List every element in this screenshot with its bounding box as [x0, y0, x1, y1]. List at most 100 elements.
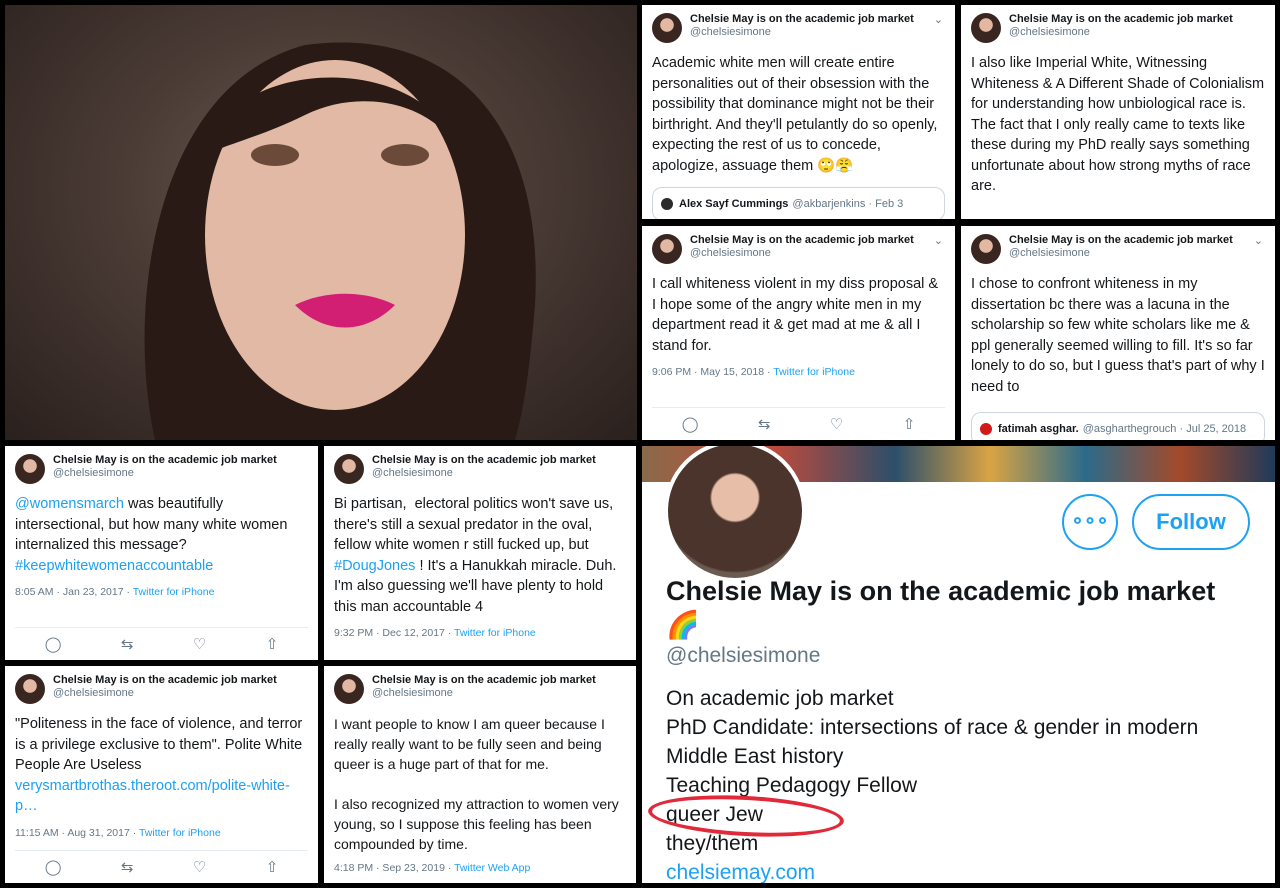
tweet-card-4[interactable]: Chelsie May is on the academic job marke…	[961, 226, 1275, 440]
tweet-source-link[interactable]: Twitter for iPhone	[773, 366, 855, 378]
article-link[interactable]: verysmartbrothas.theroot.com/polite-whit…	[15, 778, 290, 815]
display-name[interactable]: Chelsie May is on the academic job marke…	[372, 454, 596, 467]
tweet-header: Chelsie May is on the academic job marke…	[652, 234, 945, 266]
retweet-icon[interactable]: ⇆	[121, 860, 134, 875]
tweet-actions: ◯ ⇆ ♡ ⇧	[652, 407, 945, 432]
portrait-photo	[5, 5, 637, 440]
tweet-actions: ◯ ⇆ ♡ ⇧	[15, 850, 308, 875]
quoted-avatar	[980, 423, 992, 435]
avatar[interactable]	[15, 674, 45, 704]
tweet-text: I also like Imperial White, Witnessing W…	[971, 55, 1269, 194]
display-name[interactable]: Chelsie May is on the academic job marke…	[690, 234, 914, 247]
follow-button[interactable]: Follow	[1132, 494, 1250, 550]
quoted-tweet[interactable]: Alex Sayf Cummings @akbarjenkins · Feb 3	[652, 187, 945, 219]
avatar[interactable]	[971, 234, 1001, 264]
hashtag-link[interactable]: #DougJones	[334, 558, 415, 574]
tweet-card-3[interactable]: Chelsie May is on the academic job marke…	[642, 226, 955, 440]
tweet-card-2[interactable]: Chelsie May is on the academic job marke…	[961, 5, 1275, 219]
profile-panel: ∘∘∘ Follow Chelsie May is on the academi…	[642, 446, 1275, 883]
tweet-card-5[interactable]: Chelsie May is on the academic job marke…	[5, 446, 318, 660]
reply-icon[interactable]: ◯	[45, 637, 62, 652]
profile-name-text: Chelsie May is on the academic job marke…	[666, 576, 1216, 606]
timestamp-text: 9:32 PM · Dec 12, 2017 ·	[334, 627, 455, 639]
like-icon[interactable]: ♡	[830, 417, 843, 432]
profile-avatar[interactable]	[664, 446, 806, 582]
quoted-avatar	[661, 198, 673, 210]
tweet-text: I chose to confront whiteness in my diss…	[971, 276, 1269, 395]
display-name[interactable]: Chelsie May is on the academic job marke…	[690, 13, 914, 26]
mention-link[interactable]: @womensmarch	[15, 496, 124, 512]
chevron-down-icon[interactable]: ⌄	[1254, 234, 1263, 247]
user-handle[interactable]: @chelsiesimone	[372, 687, 596, 700]
profile-display-name: Chelsie May is on the academic job marke…	[666, 574, 1266, 642]
share-icon[interactable]: ⇧	[266, 860, 279, 875]
user-handle[interactable]: @chelsiesimone	[53, 467, 277, 480]
reply-icon[interactable]: ◯	[682, 417, 699, 432]
tweet-timestamp: 9:06 PM · May 15, 2018 · Twitter for iPh…	[652, 366, 945, 378]
quoted-tweet[interactable]: fatimah asghar. @asgharthegrouch · Jul 2…	[971, 412, 1265, 440]
tweet-source-link[interactable]: Twitter Web App	[454, 862, 530, 874]
chevron-down-icon[interactable]: ⌄	[934, 13, 943, 26]
tweet-text: I call whiteness violent in my diss prop…	[652, 276, 943, 354]
tweet-text-part-a: Bi partisan, electoral politics won't sa…	[334, 496, 618, 553]
user-handle[interactable]: @chelsiesimone	[372, 467, 596, 480]
timestamp-text: 9:06 PM · May 15, 2018 ·	[652, 366, 774, 378]
chevron-down-icon[interactable]: ⌄	[934, 234, 943, 247]
rainbow-emoji: 🌈	[666, 610, 700, 640]
user-handle[interactable]: @chelsiesimone	[1009, 26, 1233, 39]
share-icon[interactable]: ⇧	[903, 417, 916, 432]
profile-handle: @chelsiesimone	[666, 644, 821, 667]
display-name[interactable]: Chelsie May is on the academic job marke…	[1009, 234, 1233, 247]
portrait-illustration	[144, 42, 536, 440]
website-link[interactable]: chelsiemay.com	[666, 858, 1256, 883]
avatar[interactable]	[971, 13, 1001, 43]
tweet-card-7[interactable]: Chelsie May is on the academic job marke…	[5, 666, 318, 883]
display-name[interactable]: Chelsie May is on the academic job marke…	[1009, 13, 1233, 26]
reply-icon[interactable]: ◯	[45, 860, 62, 875]
tweet-timestamp: 8:05 AM · Jan 23, 2017 · Twitter for iPh…	[15, 586, 308, 598]
tweet-source-link[interactable]: Twitter for iPhone	[139, 827, 221, 839]
tweet-header: Chelsie May is on the academic job marke…	[334, 454, 626, 486]
avatar[interactable]	[334, 674, 364, 704]
retweet-icon[interactable]: ⇆	[758, 417, 771, 432]
tweet-source-link[interactable]: Twitter for iPhone	[133, 586, 215, 598]
user-handle[interactable]: @chelsiesimone	[690, 247, 914, 260]
avatar[interactable]	[652, 13, 682, 43]
tweet-actions: ◯ ⇆ ♡ ⇧	[15, 627, 308, 652]
tweet-card-8[interactable]: Chelsie May is on the academic job marke…	[324, 666, 636, 883]
bio-line: PhD Candidate: intersections of race & g…	[666, 716, 1199, 768]
tweet-card-6[interactable]: Chelsie May is on the academic job marke…	[324, 446, 636, 660]
tweet-text: Academic white men will create entire pe…	[652, 55, 942, 174]
avatar[interactable]	[334, 454, 364, 484]
tweet-header: Chelsie May is on the academic job marke…	[971, 234, 1265, 266]
quoted-handle: @asgharthegrouch · Jul 25, 2018	[1082, 423, 1247, 435]
share-icon[interactable]: ⇧	[266, 637, 279, 652]
tweet-text-body: "Politeness in the face of violence, and…	[15, 716, 307, 773]
timestamp-text: 11:15 AM · Aug 31, 2017 ·	[15, 826, 139, 839]
quoted-handle: @akbarjenkins · Feb 3	[792, 198, 904, 210]
user-handle[interactable]: @chelsiesimone	[53, 687, 277, 700]
display-name[interactable]: Chelsie May is on the academic job marke…	[53, 454, 277, 467]
avatar[interactable]	[15, 454, 45, 484]
tweet-text: I want people to know I am queer because…	[334, 716, 619, 852]
timestamp-text: 8:05 AM · Jan 23, 2017 ·	[15, 586, 133, 598]
user-handle[interactable]: @chelsiesimone	[1009, 247, 1233, 260]
user-handle[interactable]: @chelsiesimone	[690, 26, 914, 39]
more-options-button[interactable]: ∘∘∘	[1062, 494, 1118, 550]
retweet-icon[interactable]: ⇆	[121, 637, 134, 652]
tweet-text: @womensmarch was beautifully intersectio…	[15, 494, 308, 576]
avatar[interactable]	[652, 234, 682, 264]
profile-bio: On academic job market PhD Candidate: in…	[666, 684, 1256, 883]
hashtag-link[interactable]: #keepwhitewomenaccountable	[15, 558, 213, 574]
display-name[interactable]: Chelsie May is on the academic job marke…	[372, 674, 596, 687]
display-name[interactable]: Chelsie May is on the academic job marke…	[53, 674, 277, 687]
tweet-source-link[interactable]: Twitter for iPhone	[454, 627, 536, 639]
like-icon[interactable]: ♡	[193, 637, 206, 652]
tweet-header: Chelsie May is on the academic job marke…	[971, 13, 1265, 45]
quoted-name: fatimah asghar.	[998, 423, 1079, 435]
tweet-card-1[interactable]: Chelsie May is on the academic job marke…	[642, 5, 955, 219]
tweet-header: Chelsie May is on the academic job marke…	[334, 674, 626, 706]
like-icon[interactable]: ♡	[193, 860, 206, 875]
tweet-timestamp: 9:32 PM · Dec 12, 2017 · Twitter for iPh…	[334, 627, 626, 639]
tweet-header: Chelsie May is on the academic job marke…	[15, 454, 308, 486]
